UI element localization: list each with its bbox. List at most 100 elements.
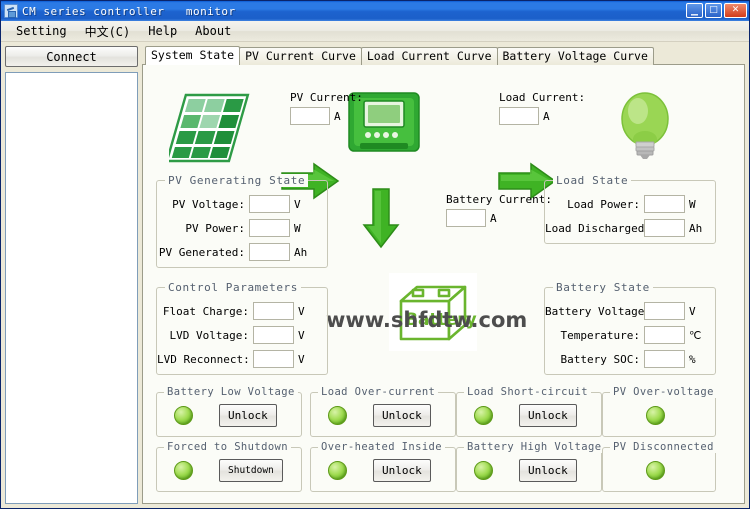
pv-voltage-unit: V <box>294 197 301 211</box>
pv-current-input[interactable] <box>290 107 330 125</box>
alarm-load-over-current-unlock-button[interactable]: Unlock <box>373 404 431 427</box>
load-power-input[interactable] <box>644 195 685 213</box>
alarm-load-over-current-title: Load Over-current <box>318 386 439 398</box>
window-title: CM series controller monitor <box>22 4 236 18</box>
alarm-load-short-circuit-unlock-button[interactable]: Unlock <box>519 404 577 427</box>
battery-current-label: Battery Current: <box>446 193 552 206</box>
battery-soc-label: Battery SOC: <box>560 352 640 366</box>
pv-voltage-input[interactable] <box>249 195 290 213</box>
load-power-unit: W <box>689 197 696 211</box>
battery-soc-input[interactable] <box>644 350 685 368</box>
battery-icon: Battery <box>389 273 477 351</box>
light-bulb-icon <box>614 89 676 163</box>
float-charge-unit: V <box>298 304 305 318</box>
alarm-battery-high-voltage: Battery High Voltage Unlock <box>456 441 605 492</box>
menu-item-chinese[interactable]: 中文(C) <box>76 21 140 42</box>
battery-soc-unit: % <box>689 352 696 366</box>
lvd-voltage-unit: V <box>298 328 305 342</box>
temperature-unit: ℃ <box>689 328 702 342</box>
lvd-voltage-label: LVD Voltage: <box>169 328 249 342</box>
load-discharged-input[interactable] <box>644 219 685 237</box>
temperature-row: Temperature: ℃ <box>545 326 717 344</box>
maximize-button[interactable]: □ <box>705 3 722 18</box>
pv-generated-input[interactable] <box>249 243 290 261</box>
alarm-load-over-current-led <box>328 406 347 425</box>
load-current-meter: Load Current: A <box>499 91 585 125</box>
pv-voltage-label: PV Voltage: <box>172 197 245 211</box>
load-state-title: Load State <box>553 174 632 187</box>
system-state-panel: PV Current: A Load Current: A Battery Cu… <box>142 64 745 504</box>
window-controls: _ □ ✕ <box>686 0 747 18</box>
alarm-pv-disconnected: PV Disconnected <box>602 441 717 492</box>
close-icon: ✕ <box>731 5 740 15</box>
battery-state-group: Battery State Battery Voltage: V Tempera… <box>544 281 717 375</box>
alarm-forced-to-shutdown-led <box>174 461 193 480</box>
lvd-reconnect-unit: V <box>298 352 305 366</box>
alarm-load-short-circuit-led <box>474 406 493 425</box>
left-panel: Connect <box>5 46 138 504</box>
lvd-reconnect-input[interactable] <box>253 350 294 368</box>
alarm-over-heated-inside: Over-heated Inside Unlock <box>310 441 456 492</box>
connect-button[interactable]: Connect <box>5 46 138 67</box>
menu-item-help[interactable]: Help <box>139 22 186 40</box>
load-current-unit: A <box>543 109 550 123</box>
menu-item-about[interactable]: About <box>186 22 240 40</box>
alarm-forced-to-shutdown-title: Forced to Shutdown <box>164 441 291 453</box>
menu-bar: Setting 中文(C) Help About <box>1 21 749 42</box>
application-window: CM series controller monitor _ □ ✕ Setti… <box>0 0 750 509</box>
temperature-input[interactable] <box>644 326 685 344</box>
lvd-voltage-input[interactable] <box>253 326 294 344</box>
load-power-row: Load Power: W <box>551 195 717 213</box>
alarm-load-short-circuit-title: Load Short-circuit <box>464 386 591 398</box>
float-charge-label: Float Charge: <box>162 304 249 318</box>
pv-current-unit: A <box>334 109 341 123</box>
alarm-pv-disconnected-led <box>646 461 665 480</box>
alarm-load-over-current: Load Over-current Unlock <box>310 386 456 437</box>
alarm-forced-to-shutdown: Forced to Shutdown Shutdown <box>156 441 302 492</box>
battery-voltage-row: Battery Voltage: V <box>545 302 717 320</box>
tab-battery-voltage-curve[interactable]: Battery Voltage Curve <box>496 47 654 65</box>
alarm-battery-low-voltage-title: Battery Low Voltage <box>164 386 298 398</box>
battery-soc-row: Battery SOC: % <box>545 350 717 368</box>
alarm-load-short-circuit: Load Short-circuit Unlock <box>456 386 602 437</box>
pv-power-unit: W <box>294 221 301 235</box>
float-charge-row: Float Charge: V <box>159 302 329 320</box>
minimize-button[interactable]: _ <box>686 0 703 18</box>
alarm-battery-low-voltage-unlock-button[interactable]: Unlock <box>219 404 277 427</box>
load-discharged-unit: Ah <box>689 221 703 235</box>
alarm-battery-low-voltage: Battery Low Voltage Unlock <box>156 386 302 437</box>
pv-generating-state-title: PV Generating State <box>165 174 309 187</box>
log-list[interactable] <box>5 72 138 504</box>
lvd-voltage-row: LVD Voltage: V <box>159 326 329 344</box>
pv-generated-unit: Ah <box>294 245 308 259</box>
lvd-reconnect-row: LVD Reconnect: V <box>157 350 329 368</box>
alarm-over-heated-inside-unlock-button[interactable]: Unlock <box>373 459 431 482</box>
alarm-battery-high-voltage-unlock-button[interactable]: Unlock <box>519 459 577 482</box>
maximize-icon: □ <box>709 5 718 15</box>
alarm-pv-over-voltage-led <box>646 406 665 425</box>
alarm-pv-disconnected-title: PV Disconnected <box>610 441 717 453</box>
pv-generated-label: PV Generated: <box>158 245 245 259</box>
tab-pv-current-curve[interactable]: PV Current Curve <box>239 47 362 65</box>
battery-state-title: Battery State <box>553 281 653 294</box>
alarm-forced-to-shutdown-button[interactable]: Shutdown <box>219 459 283 482</box>
pv-power-input[interactable] <box>249 219 290 237</box>
tab-strip: System State PV Current Curve Load Curre… <box>142 46 745 65</box>
load-power-label: Load Power: <box>567 197 640 211</box>
pv-current-meter: PV Current: A <box>290 91 363 125</box>
battery-voltage-unit: V <box>689 304 696 318</box>
alarm-pv-over-voltage-title: PV Over-voltage <box>610 386 717 398</box>
tab-system-state[interactable]: System State <box>145 46 241 65</box>
menu-item-setting[interactable]: Setting <box>7 22 76 40</box>
tab-load-current-curve[interactable]: Load Current Curve <box>360 47 498 65</box>
battery-label: Battery <box>405 310 477 330</box>
battery-current-unit: A <box>490 211 497 225</box>
temperature-label: Temperature: <box>560 328 640 342</box>
alarm-over-heated-inside-title: Over-heated Inside <box>318 441 445 453</box>
minimize-icon: _ <box>691 0 698 16</box>
battery-voltage-input[interactable] <box>644 302 685 320</box>
close-button[interactable]: ✕ <box>724 3 747 18</box>
battery-current-input[interactable] <box>446 209 486 227</box>
float-charge-input[interactable] <box>253 302 294 320</box>
load-current-input[interactable] <box>499 107 539 125</box>
